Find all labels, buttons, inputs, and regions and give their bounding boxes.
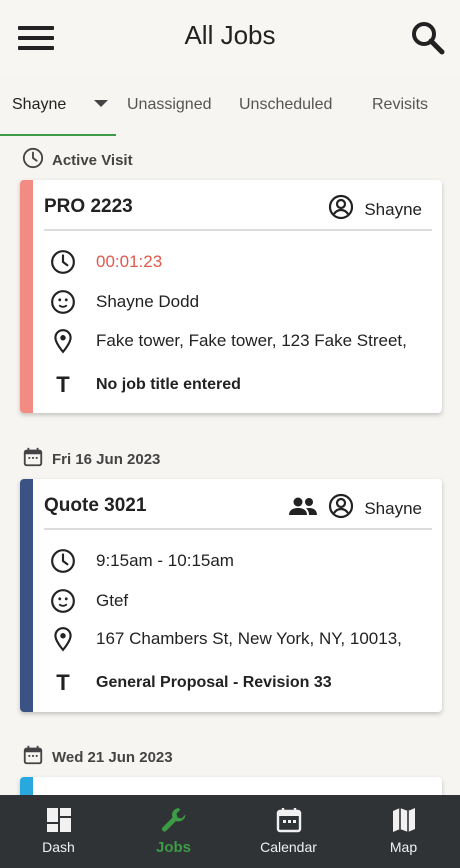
section-header-active-visit: Active Visit [22, 147, 133, 173]
section-heading: Fri 16 Jun 2023 [52, 450, 161, 468]
calendar-icon [22, 446, 44, 472]
tab-shayne[interactable]: Shayne [12, 96, 66, 114]
section-header-date: Fri 16 Jun 2023 [22, 446, 160, 472]
divider [44, 229, 432, 231]
account-circle-icon [328, 194, 354, 225]
time-row: 9:15am - 10:15am [50, 548, 234, 574]
tab-unassigned[interactable]: Unassigned [127, 96, 212, 114]
active-tab-indicator [0, 134, 116, 136]
search-icon[interactable] [410, 20, 446, 56]
calendar-icon [22, 744, 44, 770]
nav-dash[interactable]: Dash [1, 795, 116, 868]
assignee-name: Shayne [364, 199, 422, 219]
section-heading: Wed 21 Jun 2023 [52, 748, 173, 766]
nav-jobs[interactable]: Jobs [116, 795, 231, 868]
contact-row: Shayne Dodd [50, 289, 199, 315]
job-title: General Proposal - Revision 33 [96, 674, 332, 691]
nav-map[interactable]: Map [346, 795, 460, 868]
scheduled-time: 9:15am - 10:15am [96, 551, 234, 570]
contact-row: Gtef [50, 588, 128, 614]
section-heading: Active Visit [52, 151, 133, 169]
address: 167 Chambers St, New York, NY, 10013, [96, 629, 402, 648]
title-icon: T [56, 372, 70, 397]
job-card[interactable]: PRO 2223 Shayne 00:01:23 Shayne Dodd Fak… [20, 180, 442, 413]
tab-revisits[interactable]: Revisits [372, 96, 428, 114]
card-accent-bar [20, 479, 33, 712]
location-pin-icon [50, 328, 76, 354]
job-number: PRO 2223 [44, 196, 133, 217]
job-number: Quote 3021 [44, 495, 147, 516]
page-title: All Jobs [184, 20, 276, 50]
calendar-icon [275, 806, 303, 834]
clock-icon [22, 147, 44, 173]
clock-icon [50, 249, 76, 275]
job-card[interactable]: Quote 3021 Shayne 9:15am - 10:15am Gtef … [20, 479, 442, 712]
contact-name: Shayne Dodd [96, 292, 200, 311]
nav-label: Calendar [260, 839, 317, 855]
dashboard-icon [45, 806, 73, 834]
map-icon [390, 806, 418, 834]
account-circle-icon [328, 493, 354, 524]
app-bar: All Jobs [0, 0, 460, 76]
nav-calendar[interactable]: Calendar [231, 795, 346, 868]
job-title-row: T General Proposal - Revision 33 [50, 670, 332, 696]
address: Fake tower, Fake tower, 123 Fake Street, [96, 331, 407, 350]
job-title: No job title entered [96, 376, 241, 393]
title-icon: T [56, 670, 70, 695]
filter-tabs: Shayne Unassigned Unscheduled Revisits [0, 86, 460, 138]
tab-unscheduled[interactable]: Unscheduled [239, 96, 332, 114]
divider [44, 528, 432, 530]
assignee-name: Shayne [364, 498, 422, 518]
wrench-icon [160, 806, 188, 834]
section-header-date: Wed 21 Jun 2023 [22, 744, 173, 770]
contact-name: Gtef [96, 591, 129, 610]
card-accent-bar [20, 180, 33, 413]
time-row: 00:01:23 [50, 249, 162, 275]
face-icon [50, 289, 76, 315]
nav-label: Jobs [155, 839, 191, 856]
bottom-nav: Dash Jobs Calendar Map [0, 795, 460, 868]
address-row: Fake tower, Fake tower, 123 Fake Street, [50, 328, 407, 354]
assignee: Shayne [288, 493, 422, 524]
job-title-row: T No job title entered [50, 372, 241, 398]
address-row: 167 Chambers St, New York, NY, 10013, [50, 626, 402, 652]
location-pin-icon [50, 626, 76, 652]
nav-label: Dash [42, 839, 75, 855]
elapsed-timer: 00:01:23 [96, 252, 163, 271]
clock-icon [50, 548, 76, 574]
nav-label: Map [389, 839, 418, 855]
face-icon [50, 588, 76, 614]
assignee: Shayne [328, 194, 422, 225]
group-icon [288, 493, 318, 524]
chevron-down-icon[interactable] [94, 100, 108, 107]
